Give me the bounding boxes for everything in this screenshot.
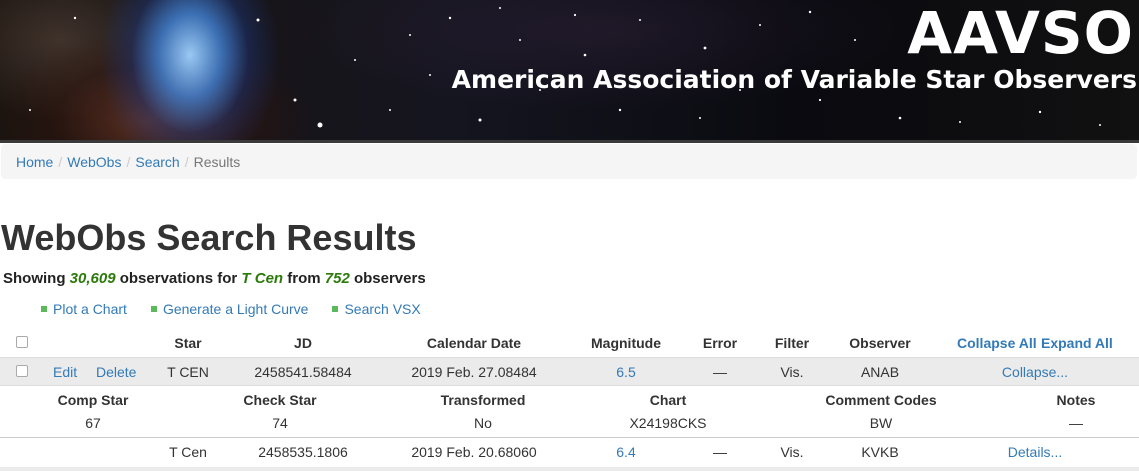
cell-observer: ANAB bbox=[860, 364, 900, 380]
detail-chart: X24198CKS bbox=[629, 415, 707, 431]
detail-header-check-star: Check Star bbox=[243, 392, 317, 408]
header-magnitude: Magnitude bbox=[591, 335, 661, 351]
cell-error: — bbox=[713, 444, 727, 460]
breadcrumb-search-link[interactable]: Search bbox=[135, 154, 179, 170]
collapse-row-link[interactable]: Collapse... bbox=[1002, 364, 1068, 380]
detail-header-comp-star: Comp Star bbox=[57, 392, 129, 408]
breadcrumb-webobs-link[interactable]: WebObs bbox=[67, 154, 121, 170]
cell-filter: Vis. bbox=[780, 364, 804, 380]
header-calendar-date: Calendar Date bbox=[426, 335, 522, 351]
table-header-row: Star JD Calendar Date Magnitude Error Fi… bbox=[0, 330, 1139, 357]
bullet-icon bbox=[150, 306, 157, 312]
breadcrumb-separator: / bbox=[184, 153, 189, 170]
detail-header-transformed: Transformed bbox=[440, 392, 526, 408]
collapse-all-link[interactable]: Collapse All bbox=[957, 335, 1037, 351]
cell-observer: KVKB bbox=[861, 444, 899, 460]
header-filter: Filter bbox=[774, 335, 810, 351]
observation-details: Comp Star Check Star Transformed Chart C… bbox=[0, 387, 1139, 437]
cell-magnitude-link[interactable]: 6.4 bbox=[616, 444, 635, 460]
detail-notes: — bbox=[1069, 415, 1083, 431]
page-title: WebObs Search Results bbox=[1, 217, 417, 258]
delete-link[interactable]: Delete bbox=[96, 364, 136, 380]
light-curve-label: Generate a Light Curve bbox=[162, 301, 309, 317]
search-vsx-link[interactable]: Search VSX bbox=[332, 301, 421, 317]
observer-count: 752 bbox=[324, 270, 350, 287]
cell-jd: 2458541.58484 bbox=[254, 364, 352, 380]
summary-mid: from bbox=[283, 270, 325, 287]
cell-calendar-date: 2019 Feb. 20.68060 bbox=[411, 444, 537, 460]
organization-name: American Association of Variable Star Ob… bbox=[451, 65, 1137, 94]
table-row: Edit Delete T CEN 2458541.58484 2019 Feb… bbox=[0, 357, 1139, 386]
plot-chart-link[interactable]: Plot a Chart bbox=[41, 301, 127, 317]
details-row-link[interactable]: Details... bbox=[1008, 444, 1062, 460]
summary-mid: observations for bbox=[115, 270, 242, 287]
table-row-edge bbox=[0, 467, 1139, 471]
plot-chart-label: Plot a Chart bbox=[53, 301, 127, 317]
cell-magnitude-link[interactable]: 6.5 bbox=[616, 364, 635, 380]
cell-calendar-date: 2019 Feb. 27.08484 bbox=[411, 364, 537, 380]
select-all-checkbox[interactable] bbox=[16, 336, 28, 348]
observation-count: 30,609 bbox=[69, 270, 116, 287]
light-curve-link[interactable]: Generate a Light Curve bbox=[150, 301, 309, 317]
header-error: Error bbox=[702, 335, 738, 351]
banner-divider bbox=[0, 140, 1139, 143]
cell-error: — bbox=[713, 364, 727, 380]
detail-header-notes: Notes bbox=[1056, 392, 1096, 408]
summary-suffix: observers bbox=[349, 270, 426, 287]
star-name: T Cen bbox=[241, 270, 284, 287]
cell-filter: Vis. bbox=[780, 444, 804, 460]
breadcrumb: Home / WebObs / Search / Results bbox=[1, 144, 1137, 179]
cell-star: T CEN bbox=[167, 364, 209, 380]
detail-comp-star: 67 bbox=[85, 415, 101, 431]
expand-all-link[interactable]: Expand All bbox=[1041, 335, 1113, 351]
detail-comment-codes: BW bbox=[869, 415, 893, 431]
breadcrumb-separator: / bbox=[58, 153, 63, 170]
bullet-icon bbox=[41, 306, 47, 312]
breadcrumb-home-link[interactable]: Home bbox=[16, 154, 53, 170]
row-checkbox[interactable] bbox=[16, 365, 28, 377]
detail-check-star: 74 bbox=[272, 415, 288, 431]
results-summary: Showing 30,609 observations for T Cen fr… bbox=[3, 270, 426, 287]
detail-header-comment-codes: Comment Codes bbox=[825, 392, 937, 408]
aavso-logo[interactable]: AAVSO bbox=[907, 2, 1134, 64]
bullet-icon bbox=[332, 306, 339, 312]
header-star: Star bbox=[174, 335, 202, 351]
breadcrumb-current: Results bbox=[193, 153, 241, 170]
edit-link[interactable]: Edit bbox=[53, 364, 77, 380]
search-vsx-label: Search VSX bbox=[344, 301, 421, 317]
header-observer: Observer bbox=[849, 335, 911, 351]
header-banner: AAVSO American Association of Variable S… bbox=[0, 0, 1139, 140]
cell-star: T Cen bbox=[169, 444, 207, 460]
detail-header-chart: Chart bbox=[649, 392, 687, 408]
table-row: T Cen 2458535.1806 2019 Feb. 20.68060 6.… bbox=[0, 437, 1139, 467]
cell-jd: 2458535.1806 bbox=[258, 444, 348, 460]
action-links: Plot a Chart Generate a Light Curve Sear… bbox=[41, 301, 421, 317]
summary-prefix: Showing bbox=[3, 270, 70, 287]
detail-transformed: No bbox=[474, 415, 492, 431]
breadcrumb-separator: / bbox=[126, 153, 131, 170]
header-jd: JD bbox=[294, 335, 312, 351]
